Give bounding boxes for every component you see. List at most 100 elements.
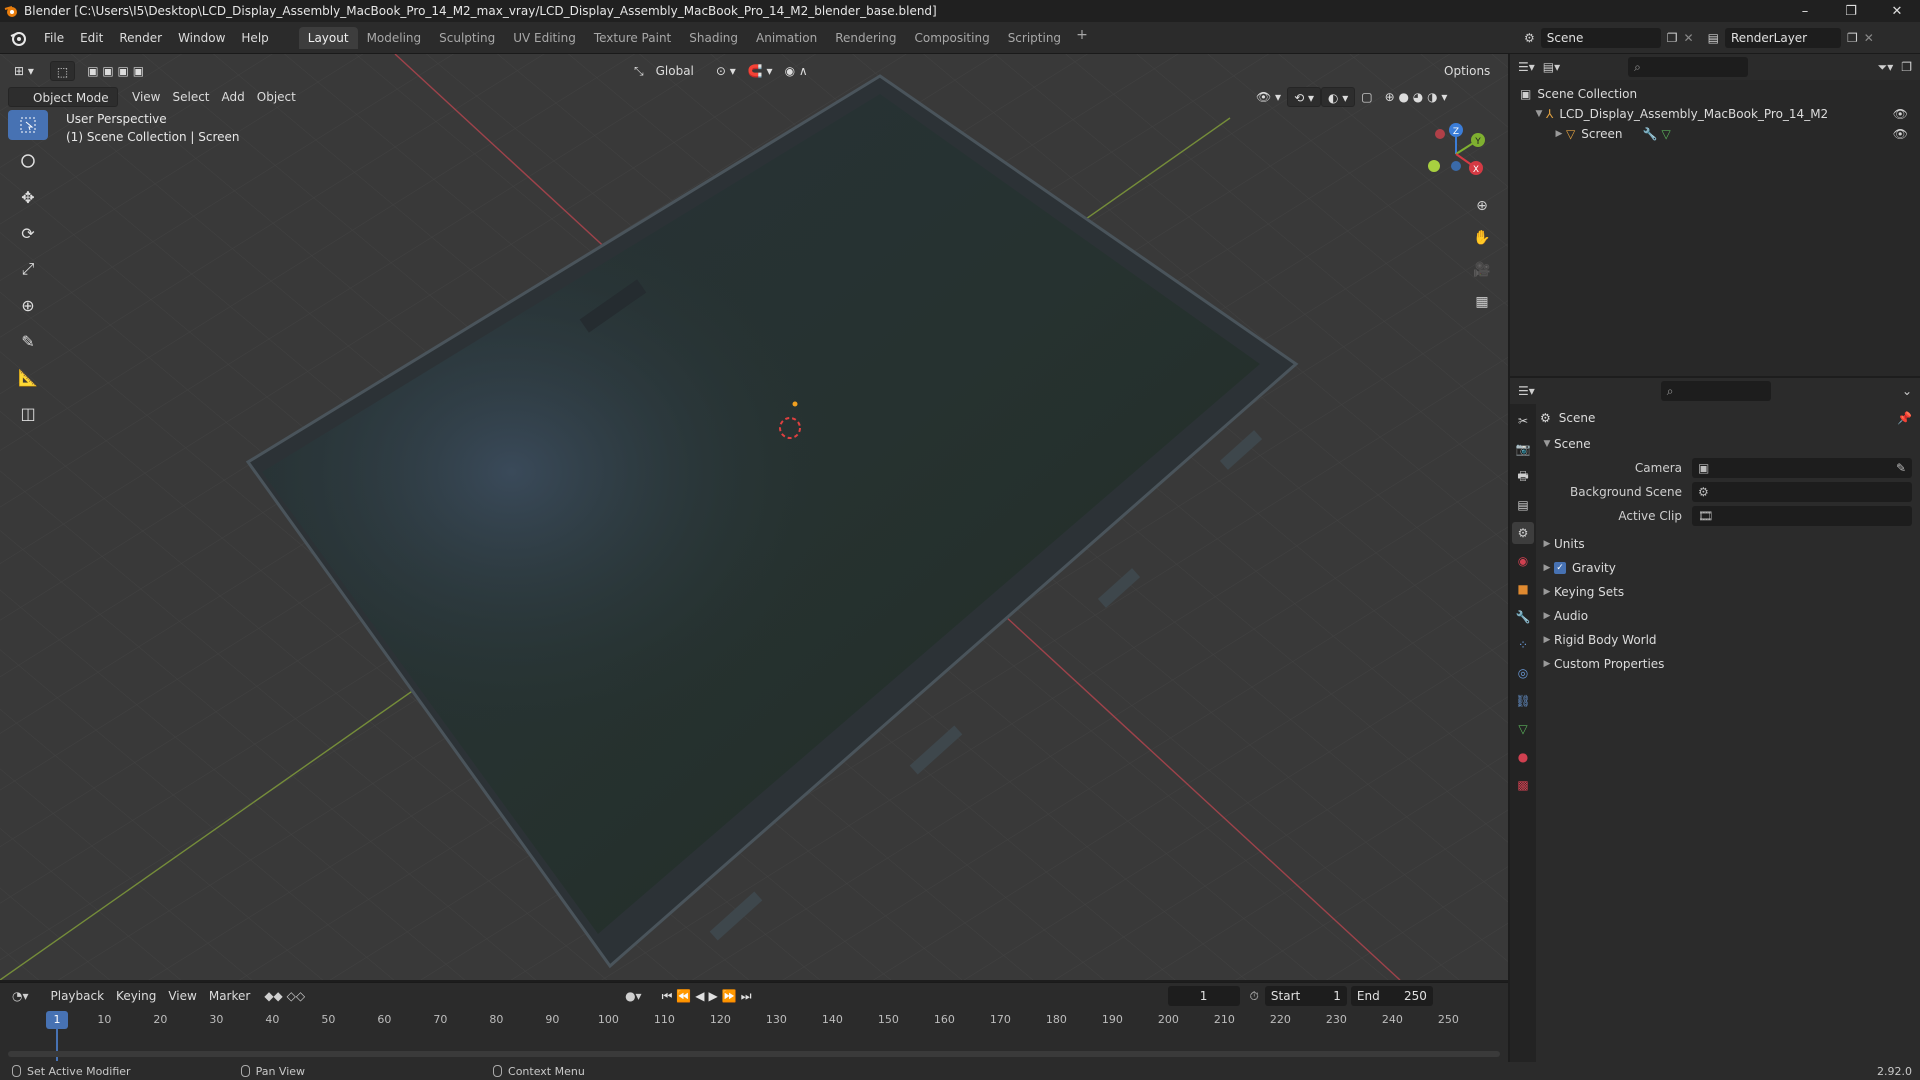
snap-icon[interactable]: 🧲 ▾ — [742, 61, 779, 81]
menu-playback[interactable]: Playback — [45, 986, 111, 1006]
timeline-editor-icon[interactable]: ◔▾ — [12, 989, 29, 1003]
menu-edit[interactable]: Edit — [72, 27, 111, 49]
current-frame-field[interactable]: 1 — [1167, 986, 1240, 1006]
visibility-eye-icon[interactable]: 👁 — [1893, 107, 1908, 121]
playback-controls-icon[interactable]: ⏮⏪◀▶⏩⏭ — [662, 989, 756, 1004]
select-tool-icon[interactable]: ⬚ — [49, 61, 76, 81]
pivot-icon[interactable]: ⊙ ▾ — [710, 61, 742, 81]
menu-window[interactable]: Window — [170, 27, 233, 49]
transform-tool-icon[interactable]: ⊕ — [8, 290, 48, 320]
menu-keying[interactable]: Keying — [110, 986, 162, 1006]
menu-object[interactable]: Object — [251, 87, 302, 107]
gizmo-toggle-icon[interactable]: ⟲ ▾ — [1287, 87, 1321, 107]
keying-sets-panel[interactable]: ▶ Keying Sets — [1540, 580, 1912, 604]
menu-render[interactable]: Render — [111, 27, 170, 49]
current-frame-indicator[interactable]: 1 — [46, 1011, 68, 1029]
scene-field[interactable]: Scene — [1540, 28, 1661, 48]
tab-sculpting[interactable]: Sculpting — [430, 27, 504, 49]
tool-tab-icon[interactable]: ✂ — [1512, 410, 1534, 432]
delete-view-layer-icon[interactable]: ✕ — [1864, 31, 1874, 45]
new-scene-icon[interactable]: ❐ — [1667, 31, 1678, 45]
view-layer-field[interactable]: RenderLayer — [1724, 28, 1841, 48]
world-tab-icon[interactable]: ◉ — [1512, 550, 1534, 572]
filter-icon[interactable]: ⏷▾ — [1878, 60, 1894, 75]
maximize-button[interactable]: ❐ — [1828, 0, 1874, 22]
rotate-tool-icon[interactable]: ⟳ — [8, 218, 48, 248]
camera-field[interactable]: ▣ ✎ — [1692, 458, 1912, 478]
tab-texture-paint[interactable]: Texture Paint — [585, 27, 680, 49]
overlay-toggle-icon[interactable]: ◐ ▾ — [1320, 87, 1356, 107]
editor-type-icon[interactable]: ⊞ ▾ — [8, 61, 40, 81]
units-panel[interactable]: ▶ Units — [1540, 532, 1912, 556]
pan-hand-icon[interactable]: ✋ — [1468, 226, 1496, 250]
xray-icon[interactable]: ▢ — [1355, 87, 1378, 107]
timeline-scrollbar[interactable] — [8, 1051, 1500, 1057]
minimize-button[interactable]: – — [1782, 0, 1828, 22]
outliner-item-screen[interactable]: ▶ ▽ Screen 🔧 ▽ 👁 — [1510, 124, 1920, 144]
menu-view[interactable]: View — [126, 87, 166, 107]
ortho-grid-icon[interactable]: ▦ — [1468, 290, 1496, 314]
measure-tool-icon[interactable]: 📐 — [8, 362, 48, 392]
outliner-search-input[interactable]: ⌕ — [1628, 57, 1749, 77]
tab-shading[interactable]: Shading — [680, 27, 747, 49]
tab-layout[interactable]: Layout — [298, 26, 358, 49]
object-mode-dropdown[interactable]: Object Mode — [8, 87, 118, 107]
active-clip-field[interactable]: 🎞 — [1692, 506, 1912, 526]
gravity-panel[interactable]: ▶ ✓ Gravity — [1540, 556, 1912, 580]
eyedropper-icon[interactable]: ✎ — [1896, 461, 1912, 475]
menu-marker[interactable]: Marker — [203, 986, 256, 1006]
custom-properties-panel[interactable]: ▶ Custom Properties — [1540, 652, 1912, 676]
view-layer-tab-icon[interactable]: ▤ — [1512, 494, 1534, 516]
menu-view[interactable]: View — [162, 986, 202, 1006]
outliner-item-collection[interactable]: ▼ ⅄ LCD_Display_Assembly_MacBook_Pro_14_… — [1510, 104, 1920, 124]
view-layer-icon[interactable]: ▤ — [1708, 31, 1719, 45]
annotate-tool-icon[interactable]: ✎ — [8, 326, 48, 356]
properties-editor-icon[interactable]: ☰▾ — [1518, 384, 1535, 398]
end-frame-field[interactable]: End 250 — [1350, 986, 1433, 1006]
object-tab-icon[interactable]: ■ — [1512, 578, 1534, 600]
constraints-tab-icon[interactable]: ⛓ — [1512, 690, 1534, 712]
display-mode-icon[interactable]: ▤▾ — [1543, 60, 1560, 74]
blender-menu-button[interactable] — [0, 30, 36, 46]
outliner-scene-collection[interactable]: ▣ Scene Collection — [1510, 84, 1920, 104]
menu-file[interactable]: File — [36, 27, 72, 49]
delete-scene-icon[interactable]: ✕ — [1684, 31, 1694, 45]
menu-select[interactable]: Select — [166, 87, 215, 107]
data-tab-icon[interactable]: ▽ — [1512, 718, 1534, 740]
new-view-layer-icon[interactable]: ❐ — [1847, 31, 1858, 45]
record-icon[interactable]: ●▾ — [625, 989, 642, 1003]
output-tab-icon[interactable]: 🖶 — [1512, 466, 1534, 488]
expand-triangle-icon[interactable]: ▶ — [1552, 129, 1566, 139]
expand-triangle-icon[interactable]: ▼ — [1532, 109, 1546, 119]
visibility-eye-icon[interactable]: 👁 — [1893, 127, 1908, 141]
3d-viewport[interactable]: ⊞ ▾ ⬚ ▣ ▣ ▣ ▣ ⤡ Global ⊙ ▾ 🧲 ▾ ◉ ∧ Optio… — [0, 54, 1508, 980]
cursor-tool-icon[interactable] — [8, 146, 48, 176]
start-frame-field[interactable]: Start 1 — [1264, 986, 1347, 1006]
visibility-icon[interactable]: 👁 ▾ — [1250, 87, 1287, 107]
particles-tab-icon[interactable]: ⁘ — [1512, 634, 1534, 656]
options-dropdown[interactable]: Options — [1438, 61, 1496, 81]
properties-search-input[interactable]: ⌕ — [1660, 381, 1771, 401]
close-button[interactable]: ✕ — [1874, 0, 1920, 22]
scene-panel-header[interactable]: ▼ Scene — [1540, 432, 1912, 456]
select-box-tool-icon[interactable] — [8, 110, 48, 140]
orientation-icon[interactable]: ⤡ — [628, 61, 650, 81]
add-workspace-button[interactable]: + — [1070, 27, 1094, 49]
tab-modeling[interactable]: Modeling — [358, 27, 431, 49]
camera-view-icon[interactable]: 🎥 — [1468, 258, 1496, 282]
clock-icon[interactable]: ⏱ — [1250, 989, 1259, 1004]
add-cube-tool-icon[interactable]: ◫ — [8, 398, 48, 428]
outliner-editor-icon[interactable]: ☰▾ — [1518, 60, 1535, 74]
move-tool-icon[interactable]: ✥ — [8, 182, 48, 212]
tab-scripting[interactable]: Scripting — [999, 27, 1070, 49]
menu-help[interactable]: Help — [233, 27, 276, 49]
tab-rendering[interactable]: Rendering — [826, 27, 905, 49]
tab-animation[interactable]: Animation — [747, 27, 826, 49]
panel-options-icon[interactable]: ⌄ — [1902, 384, 1912, 398]
pin-icon[interactable]: 📌 — [1897, 411, 1912, 425]
background-scene-field[interactable]: ⚙ — [1692, 482, 1912, 502]
scene-icon[interactable]: ⚙ — [1524, 31, 1535, 45]
tab-uv-editing[interactable]: UV Editing — [504, 27, 585, 49]
audio-panel[interactable]: ▶ Audio — [1540, 604, 1912, 628]
transform-orientation-dropdown[interactable]: Global — [650, 61, 700, 81]
